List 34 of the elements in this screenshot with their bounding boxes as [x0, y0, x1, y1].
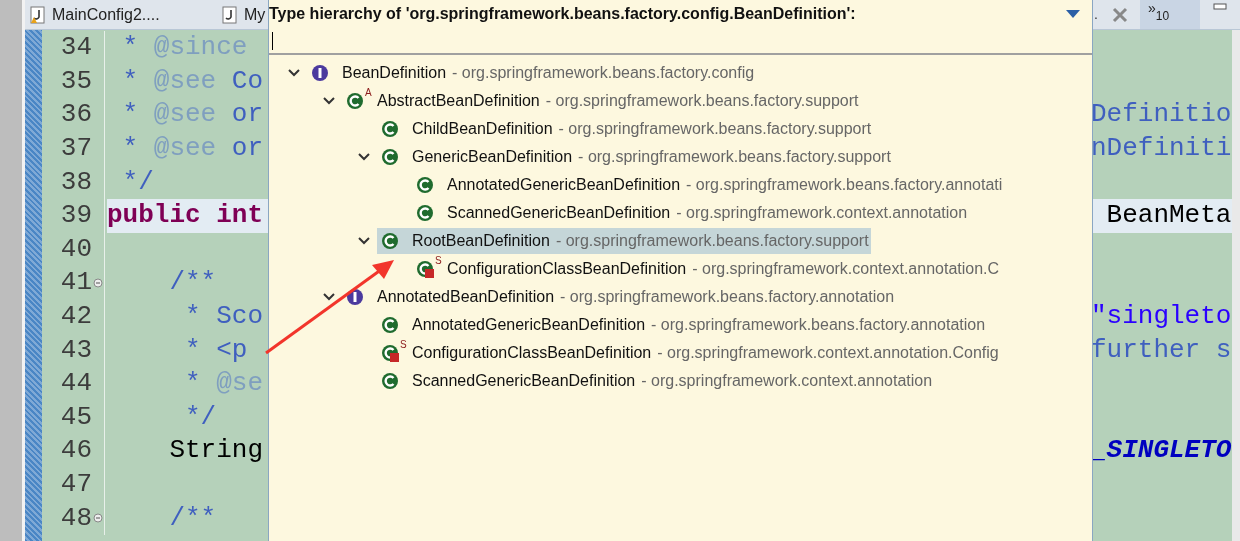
- line-number: 39: [59, 199, 92, 233]
- code-line: String: [168, 435, 264, 466]
- line-number: 40: [59, 232, 92, 266]
- code-line: public int: [107, 200, 264, 231]
- code-line: * Sco: [184, 301, 264, 332]
- modifier-label: A: [365, 88, 372, 98]
- line-number: 41: [59, 266, 92, 300]
- line-number: 37: [59, 132, 92, 166]
- line-number: 34: [59, 31, 92, 65]
- code-line: * <p: [184, 334, 248, 365]
- code-line: */: [184, 401, 217, 432]
- code-line: "singleto: [1091, 301, 1232, 332]
- code-line: */: [121, 166, 154, 197]
- code-line: Definitio: [1091, 99, 1232, 130]
- line-number: 44: [59, 367, 92, 401]
- code-line: BeanMeta: [1105, 200, 1232, 231]
- line-number: 46: [59, 434, 92, 468]
- line-number: 47: [59, 468, 92, 501]
- line-number: 45: [59, 400, 92, 434]
- more-tabs-text: ..: [1090, 5, 1098, 24]
- code-line: /**: [168, 502, 217, 533]
- modifier-label: S: [435, 256, 442, 266]
- modifier-label: S: [400, 340, 407, 350]
- code-line: further s: [1091, 334, 1232, 365]
- popup-title: Type hierarchy of 'org.springframework.beans.factory.config.BeanDefinition':: [269, 4, 856, 24]
- line-number: 35: [59, 64, 92, 98]
- code-line: nDefiniti: [1091, 133, 1232, 164]
- code-line: _SINGLETO: [1091, 435, 1232, 466]
- line-number: 48: [59, 501, 92, 535]
- line-number: 36: [59, 98, 92, 132]
- line-number: 38: [59, 165, 92, 199]
- line-number: 42: [59, 300, 92, 334]
- line-number: 43: [59, 333, 92, 367]
- code-line: /**: [168, 267, 217, 298]
